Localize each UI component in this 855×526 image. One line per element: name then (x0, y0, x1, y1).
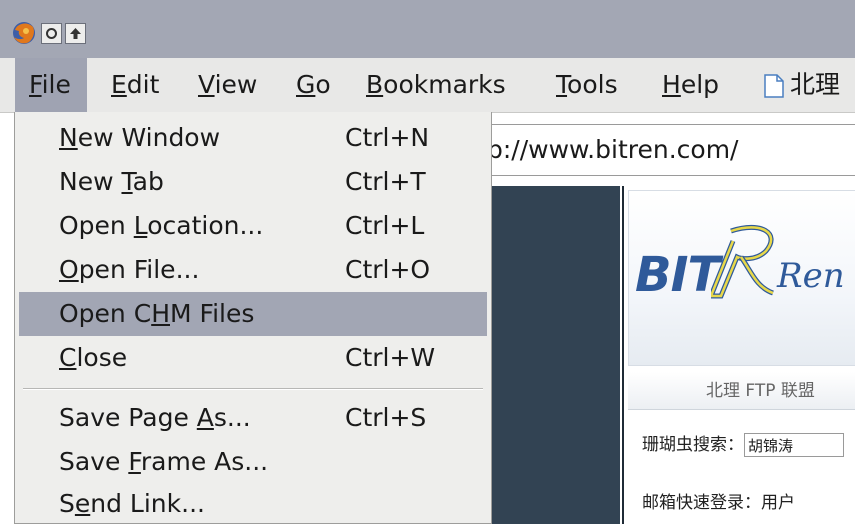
menu-edit-label: dit (126, 70, 160, 99)
minimize-icon (46, 28, 57, 39)
menu-go[interactable]: Go (296, 58, 331, 112)
menu-item-new-tab[interactable]: New Tab Ctrl+T (19, 160, 487, 204)
menu-go-mnemonic: G (296, 70, 316, 99)
minimize-button[interactable] (41, 23, 62, 44)
menu-bookmarks[interactable]: Bookmarks (366, 58, 506, 112)
shortcut-label: Ctrl+S (345, 403, 427, 432)
shortcut-label: Ctrl+N (345, 123, 430, 152)
page-content: BIT Ren 北理 FTP 联盟 珊瑚虫搜索： 胡锦涛 邮箱快速登录：用户 (622, 186, 855, 524)
email-login-row: 邮箱快速登录：用户 (642, 488, 795, 513)
menu-view-mnemonic: V (198, 70, 215, 99)
menu-help[interactable]: Help (662, 58, 719, 112)
menu-item-send-link[interactable]: Send Link... (19, 482, 487, 526)
menu-help-mnemonic: H (662, 70, 681, 99)
menu-item-open-file[interactable]: Open File... Ctrl+O (19, 248, 487, 292)
menu-view-label: iew (214, 70, 258, 99)
menu-item-open-chm-files[interactable]: Open CHM Files (19, 292, 487, 336)
menu-tools-label: ools (567, 70, 618, 99)
site-logo-script: Ren (776, 256, 845, 296)
menu-file-mnemonic: F (29, 70, 42, 99)
menu-bookmarks-mnemonic: B (366, 70, 384, 99)
menu-edit[interactable]: Edit (111, 58, 159, 112)
menu-item-save-page-as[interactable]: Save Page As... Ctrl+S (19, 396, 487, 440)
menu-separator (23, 388, 483, 390)
menu-help-label: elp (680, 70, 720, 99)
page-icon (764, 74, 784, 98)
menu-go-label: o (315, 70, 331, 99)
menu-edit-mnemonic: E (111, 70, 127, 99)
menu-item-save-frame-as[interactable]: Save Frame As... (19, 440, 487, 484)
search-input[interactable]: 胡锦涛 (744, 433, 844, 457)
menu-bar: File Edit View Go Bookmarks Tools Help 北… (0, 58, 855, 113)
menu-item-close[interactable]: Close Ctrl+W (19, 336, 487, 380)
shortcut-label: Ctrl+O (345, 255, 431, 284)
site-logo-icon[interactable]: Ren (711, 221, 855, 301)
ftp-league-strip: 北理 FTP 联盟 (628, 372, 855, 410)
file-menu: New Window Ctrl+N New Tab Ctrl+T Open Lo… (14, 112, 492, 524)
menu-item-open-location[interactable]: Open Location... Ctrl+L (19, 204, 487, 248)
firefox-logo-icon[interactable] (12, 21, 36, 45)
email-login-label: 邮箱快速登录：用户 (642, 493, 795, 513)
shortcut-label: Ctrl+L (345, 211, 425, 240)
page-sidebar (480, 186, 620, 524)
site-logo-banner: BIT Ren (628, 190, 855, 366)
menu-tools-mnemonic: T (556, 70, 568, 99)
menu-item-new-window[interactable]: New Window Ctrl+N (19, 116, 487, 160)
menu-file-label: ile (41, 70, 71, 99)
arrow-up-icon (70, 28, 81, 39)
shortcut-label: Ctrl+W (345, 343, 436, 372)
menu-file[interactable]: File (15, 58, 87, 112)
search-row: 珊瑚虫搜索： 胡锦涛 (642, 430, 844, 457)
window-titlebar (0, 0, 855, 58)
menu-view[interactable]: View (198, 58, 257, 112)
site-logo-text: BIT (635, 247, 720, 303)
address-bar[interactable]: p://www.bitren.com/ (480, 124, 855, 176)
search-label: 珊瑚虫搜索： (642, 435, 744, 455)
bookmark-item[interactable]: 北理 (790, 58, 840, 112)
menu-bookmarks-label: ookmarks (383, 70, 506, 99)
maximize-button[interactable] (65, 23, 86, 44)
shortcut-label: Ctrl+T (345, 167, 426, 196)
menu-tools[interactable]: Tools (556, 58, 618, 112)
